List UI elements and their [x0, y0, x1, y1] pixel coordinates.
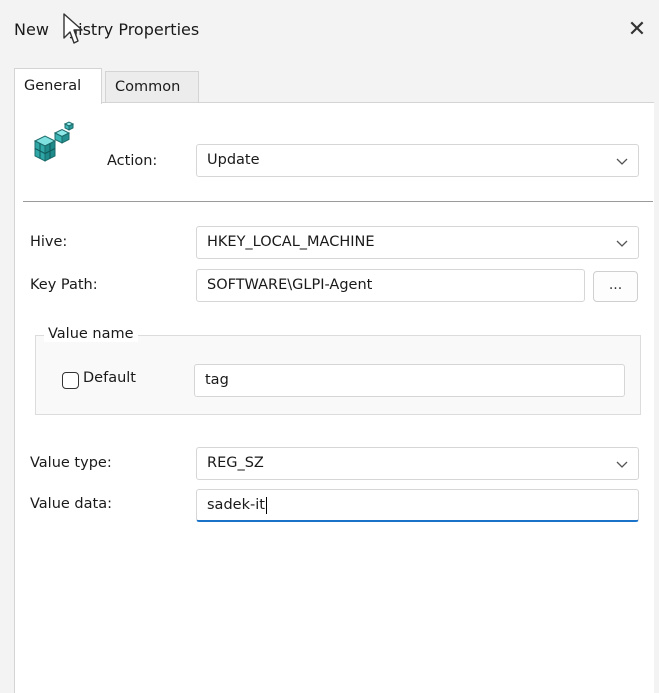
- mouse-cursor-icon: [63, 13, 83, 44]
- key-path-input[interactable]: SOFTWARE\GLPI-Agent: [196, 269, 585, 302]
- chevron-down-icon: [616, 461, 628, 468]
- action-dropdown[interactable]: Update: [196, 144, 639, 177]
- browse-button[interactable]: ...: [593, 271, 638, 302]
- window-title: New gistry Properties: [14, 20, 199, 39]
- default-checkbox[interactable]: [62, 372, 79, 389]
- value-data-label: Value data:: [30, 496, 112, 512]
- hive-label: Hive:: [30, 234, 68, 250]
- close-icon: ✕: [627, 17, 647, 42]
- section-divider: [23, 201, 653, 202]
- hive-value: HKEY_LOCAL_MACHINE: [207, 234, 375, 250]
- tab-common[interactable]: Common: [105, 71, 199, 102]
- chevron-down-icon: [616, 158, 628, 165]
- registry-icon: [33, 121, 75, 162]
- close-button[interactable]: ✕: [623, 16, 651, 44]
- registry-properties-dialog: New gistry Properties ✕ General Common A…: [0, 0, 659, 693]
- action-label: Action:: [107, 153, 158, 169]
- default-checkbox-label[interactable]: Default: [83, 370, 136, 386]
- tab-general[interactable]: General: [14, 68, 102, 104]
- general-tab-panel: Action: Update Hive: HKEY_LOCAL_MACHINE …: [14, 102, 654, 693]
- key-path-label: Key Path:: [30, 277, 98, 293]
- value-type-label: Value type:: [30, 455, 112, 471]
- value-type-dropdown[interactable]: REG_SZ: [196, 447, 639, 480]
- tab-strip: General Common: [14, 68, 654, 104]
- chevron-down-icon: [616, 240, 628, 247]
- value-data-input[interactable]: sadek-it: [196, 489, 639, 522]
- window-title-suffix: gistry Properties: [67, 20, 200, 39]
- action-value: Update: [207, 152, 260, 168]
- window-title-prefix: New: [14, 20, 54, 39]
- hive-dropdown[interactable]: HKEY_LOCAL_MACHINE: [196, 226, 639, 259]
- value-name-input[interactable]: tag: [194, 364, 625, 397]
- value-name-group-label: Value name: [44, 326, 138, 342]
- value-data-text: sadek-it: [207, 497, 265, 513]
- value-type-value: REG_SZ: [207, 455, 264, 471]
- text-caret: [265, 496, 267, 514]
- title-bar: New gistry Properties ✕: [0, 0, 659, 62]
